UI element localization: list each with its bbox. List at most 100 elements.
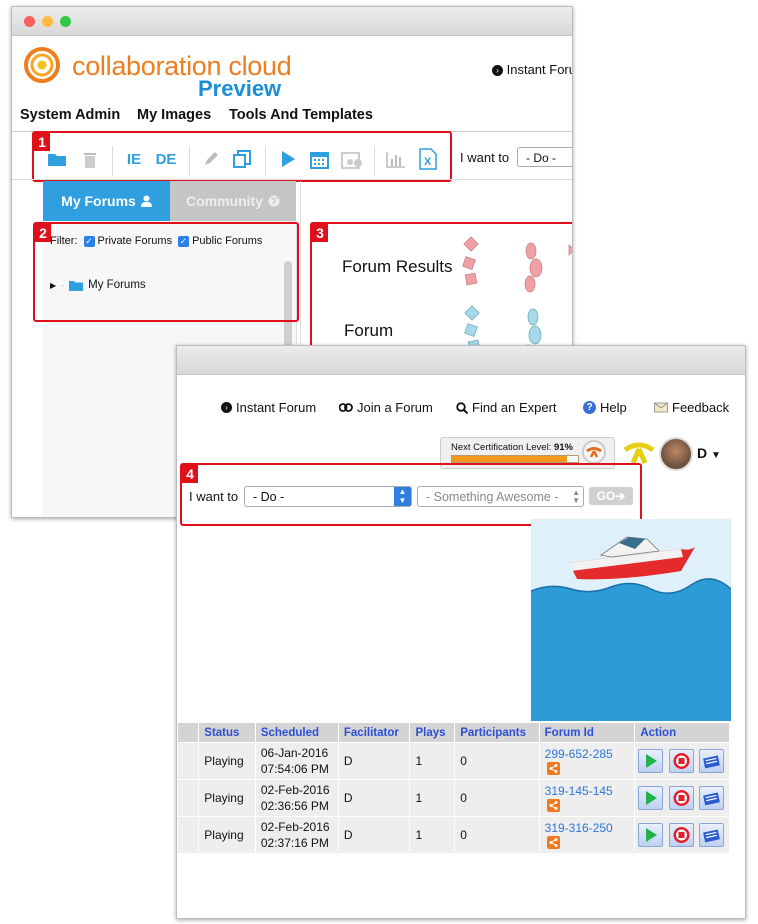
callout-label-1: 1	[34, 133, 50, 151]
help-icon: ?	[583, 401, 596, 414]
cell-date: 06-Jan-2016	[260, 746, 329, 760]
i-want-to-select[interactable]: - Do -	[517, 147, 572, 167]
play-button[interactable]	[638, 749, 664, 773]
table-row: Playing 02-Feb-2016 02:36:56 PM D 1 0 319…	[177, 779, 730, 817]
callout-box-1	[32, 131, 452, 182]
cell-scheduled: 02-Feb-2016 02:37:16 PM	[254, 816, 339, 854]
boat-illustration	[531, 519, 731, 721]
arrow-circle-icon: ›	[221, 402, 232, 413]
cell-participants: 0	[454, 779, 540, 817]
cell-plays: 1	[409, 816, 456, 854]
cell-forum-id: 299-652-285	[538, 742, 636, 780]
cell-status: Playing	[198, 742, 256, 780]
cell-facilitator: D	[337, 779, 411, 817]
stop-button[interactable]	[668, 749, 694, 773]
close-window-button[interactable]	[24, 16, 35, 27]
cell-scheduled: 02-Feb-2016 02:36:56 PM	[254, 779, 339, 817]
results-button[interactable]	[699, 749, 724, 773]
stop-button[interactable]	[668, 823, 694, 847]
col-header-forum-id[interactable]: Forum Id	[538, 722, 636, 743]
certification-percent: 91%	[553, 442, 573, 453]
table-row: Playing 06-Jan-2016 07:54:06 PM D 1 0 299…	[177, 742, 730, 780]
tab-my-forums[interactable]: My Forums	[43, 181, 170, 221]
maximize-window-button[interactable]	[60, 16, 71, 27]
table-header-row: Status Scheduled Facilitator Plays Parti…	[177, 722, 730, 743]
cell-forum-id: 319-145-145	[538, 779, 636, 817]
envelope-icon	[654, 402, 668, 413]
cell-scheduled: 06-Jan-2016 07:54:06 PM	[254, 742, 339, 780]
cell-status: Playing	[198, 816, 256, 854]
forum-id-link[interactable]: 319-145-145	[545, 784, 613, 798]
results-button[interactable]	[699, 786, 724, 810]
cell-plays: 1	[409, 779, 456, 817]
cell-action	[634, 742, 730, 780]
nav-join-forum[interactable]: Join a Forum	[339, 400, 433, 415]
search-icon	[456, 401, 468, 414]
dropdown-caret-icon: ▼	[711, 450, 721, 461]
results-button[interactable]	[699, 823, 724, 847]
cell-participants: 0	[454, 816, 540, 854]
callout-box-4	[180, 463, 642, 526]
menu-tools-templates[interactable]: Tools And Templates	[229, 107, 373, 123]
menu-system-admin[interactable]: System Admin	[20, 107, 120, 123]
window-titlebar	[177, 346, 745, 375]
col-header-action: Action	[634, 722, 730, 743]
share-icon[interactable]	[546, 799, 560, 813]
window-titlebar	[12, 7, 572, 36]
col-header-scheduled[interactable]: Scheduled	[254, 722, 339, 743]
row-spacer	[177, 816, 200, 854]
col-header-participants[interactable]: Participants	[454, 722, 540, 743]
cell-forum-id: 319-316-250	[538, 816, 636, 854]
forum-id-link[interactable]: 299-652-285	[545, 747, 613, 761]
nav-instant-forum[interactable]: › Instant Forum	[221, 400, 316, 415]
i-want-to-label: I want to	[460, 150, 510, 165]
cell-status: Playing	[198, 779, 256, 817]
arrow-circle-icon: ›	[492, 65, 503, 77]
certification-progress	[451, 455, 579, 463]
play-button[interactable]	[638, 786, 664, 810]
share-icon[interactable]	[546, 762, 560, 776]
cell-time: 02:37:16 PM	[260, 836, 329, 850]
tab-community[interactable]: Community	[170, 181, 296, 221]
forum-id-link[interactable]: 319-316-250	[545, 821, 613, 835]
cell-time: 02:36:56 PM	[260, 799, 329, 813]
stop-button[interactable]	[668, 786, 694, 810]
share-icon[interactable]	[546, 836, 560, 850]
logo-subtitle: Preview	[198, 76, 282, 101]
row-spacer	[177, 742, 200, 780]
minimize-window-button[interactable]	[42, 16, 53, 27]
orange-belt-icon	[582, 440, 606, 464]
callout-label-4: 4	[182, 465, 198, 483]
nav-feedback[interactable]: Feedback	[654, 400, 729, 415]
certification-label: Next Certification Level:	[451, 442, 552, 453]
col-header-blank	[177, 722, 200, 743]
cell-facilitator: D	[337, 742, 411, 780]
cell-facilitator: D	[337, 816, 411, 854]
callout-label-2: 2	[35, 224, 51, 242]
avatar[interactable]	[659, 437, 693, 471]
callout-box-2	[33, 222, 299, 322]
nav-find-expert[interactable]: Find an Expert	[456, 400, 557, 415]
table-row: Playing 02-Feb-2016 02:37:16 PM D 1 0 319…	[177, 816, 730, 854]
cell-plays: 1	[409, 742, 456, 780]
cell-participants: 0	[454, 742, 540, 780]
cell-date: 02-Feb-2016	[260, 820, 330, 834]
col-header-plays[interactable]: Plays	[409, 722, 456, 743]
menu-my-images[interactable]: My Images	[137, 107, 211, 123]
cell-time: 07:54:06 PM	[260, 762, 329, 776]
col-header-facilitator[interactable]: Facilitator	[337, 722, 411, 743]
logo-icon	[24, 47, 60, 83]
cell-action	[634, 779, 730, 817]
link-icon	[339, 403, 353, 412]
cell-action	[634, 816, 730, 854]
instant-forum-link[interactable]: › Instant Foru	[492, 62, 572, 77]
user-menu[interactable]: D ▼	[697, 445, 721, 461]
col-header-status[interactable]: Status	[198, 722, 256, 743]
cell-date: 02-Feb-2016	[260, 783, 330, 797]
certification-progress-fill	[452, 456, 567, 462]
nav-help[interactable]: ? Help	[583, 400, 627, 415]
play-button[interactable]	[638, 823, 664, 847]
second-app-window: › Instant Forum Join a Forum Find an Exp…	[176, 345, 746, 919]
toolbar-divider	[12, 179, 572, 180]
forum-table: Status Scheduled Facilitator Plays Parti…	[177, 722, 730, 854]
